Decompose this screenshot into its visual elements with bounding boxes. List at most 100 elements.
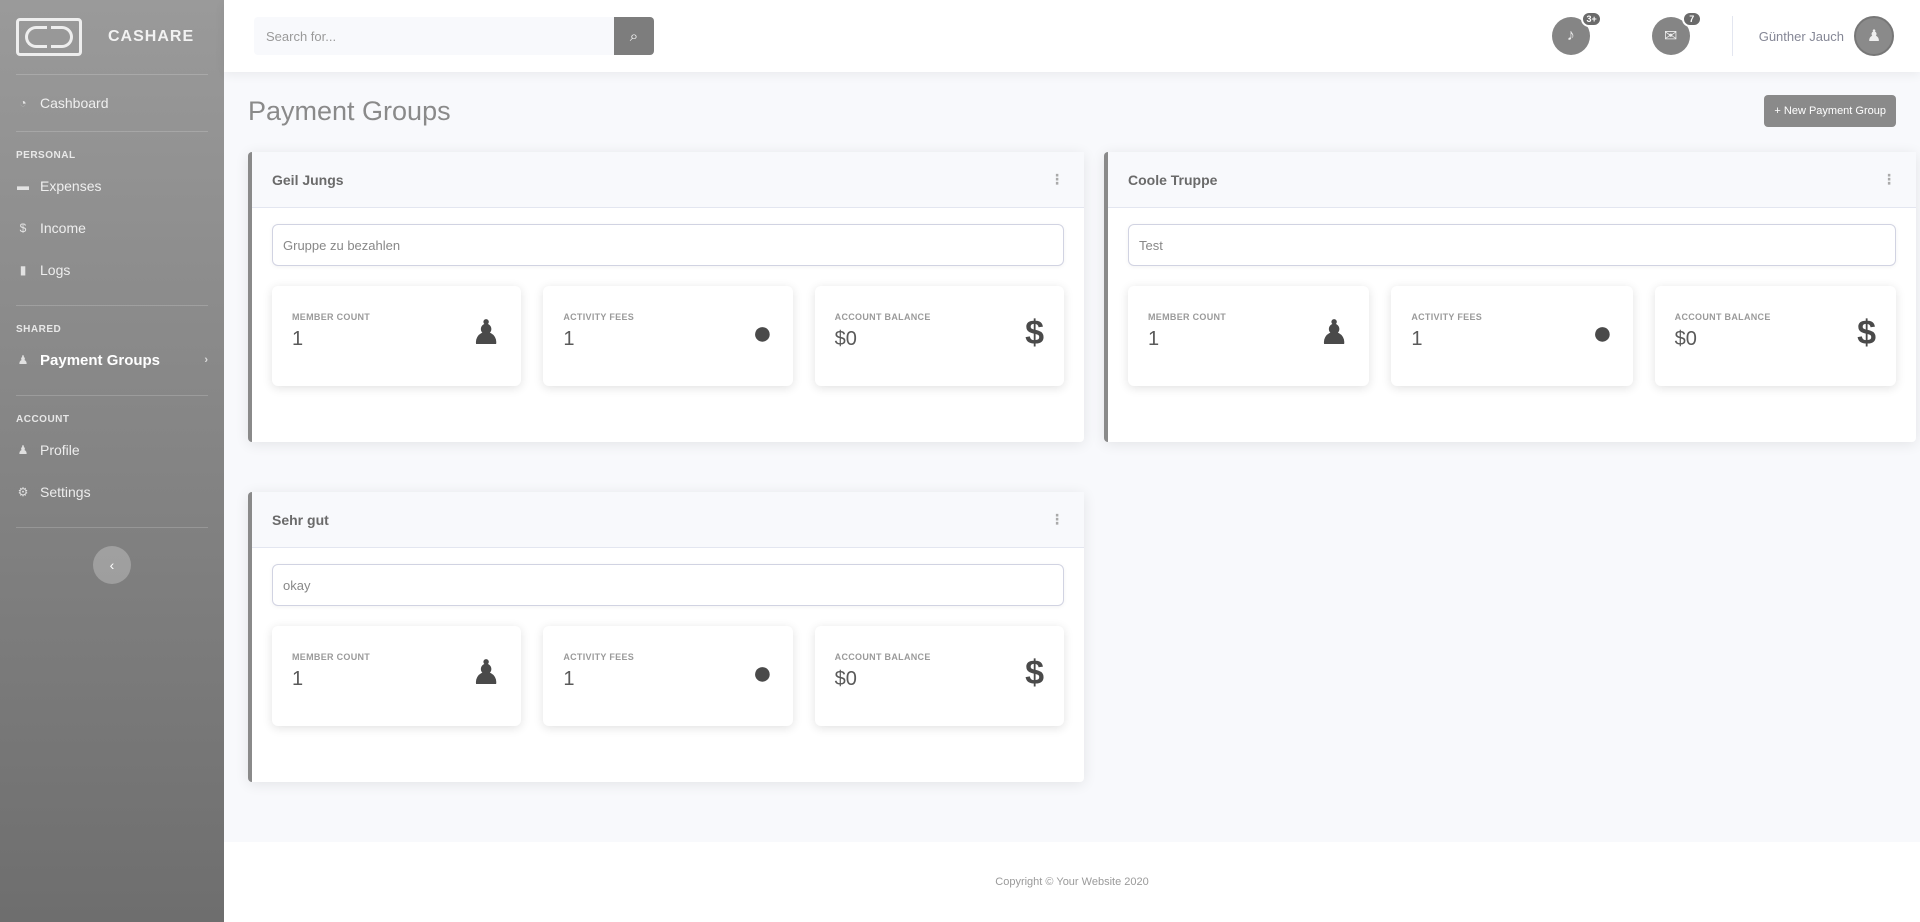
user-icon: ♟	[470, 654, 502, 692]
stat-value: 1	[292, 668, 304, 690]
group-name[interactable]: Sehr gut	[272, 512, 329, 528]
stat-label: Member count	[1148, 312, 1227, 322]
group-name[interactable]: Geil Jungs	[272, 172, 344, 188]
copyright-text: Copyright © Your Website 2020	[995, 876, 1149, 888]
activity-fees-stat: Activity fees 1 ●	[543, 626, 793, 726]
page-header: Payment Groups + New Payment Group	[224, 72, 1920, 150]
sidebar-item-label: Logs	[40, 262, 71, 278]
stat-label: Activity fees	[563, 652, 635, 662]
stat-value: $0	[1674, 328, 1697, 350]
activity-fees-stat: Activity fees 1 ●	[543, 286, 793, 386]
footer: Copyright © Your Website 2020	[224, 842, 1920, 922]
more-vertical-icon[interactable]: ⋮	[1050, 511, 1064, 528]
card-header: Geil Jungs ⋮	[252, 152, 1084, 208]
stat-value: $0	[834, 668, 857, 690]
comments-icon: ●	[752, 314, 773, 352]
stat-label: Account balance	[834, 312, 931, 322]
sidebar-item-profile[interactable]: ♟ Profile	[0, 429, 224, 471]
tachometer-icon: ◔	[19, 96, 27, 110]
member-count-stat: Member count 1 ♟	[1128, 286, 1370, 386]
group-description-field[interactable]: Gruppe zu bezahlen	[272, 224, 1064, 266]
group-stats: Member count 1 ♟ Activity fees 1 ● Accou…	[272, 286, 1064, 386]
search-bar: ⌕	[254, 17, 654, 55]
comments-icon: ●	[1592, 314, 1613, 352]
member-count-stat: Member count 1 ♟	[272, 286, 522, 386]
new-payment-group-button[interactable]: + New Payment Group	[1764, 95, 1896, 127]
bell-icon: ♪	[1566, 27, 1575, 44]
account-balance-stat: Account balance $0 $	[1654, 286, 1896, 386]
topbar-right: ♪ 3+ ✉ 7 Günther Jauch ♟	[1551, 0, 1920, 72]
card-body: Gruppe zu bezahlen Member count 1 ♟ Acti…	[252, 208, 1084, 402]
user-name[interactable]: Günther Jauch	[1759, 29, 1844, 44]
comments-icon: ●	[752, 654, 773, 692]
sidebar-item-label: Payment Groups	[40, 351, 161, 369]
user-icon: ♟	[17, 443, 29, 457]
card-header: Coole Truppe ⋮	[1108, 152, 1916, 208]
group-description-field[interactable]: okay	[272, 564, 1064, 606]
sidebar-item-logs[interactable]: ▮ Logs	[0, 249, 224, 291]
stat-value: $0	[834, 328, 857, 350]
dollar-icon: $	[19, 221, 27, 235]
topbar-divider	[1731, 16, 1733, 56]
user-icon: ♟	[470, 314, 502, 352]
brand-logo-icon	[16, 18, 82, 56]
stat-label: Account balance	[834, 652, 931, 662]
search-button[interactable]: ⌕	[614, 17, 654, 55]
sidebar-item-label: Income	[40, 220, 86, 236]
alerts-count-badge: 3+	[1581, 11, 1602, 27]
sidebar-item-expenses[interactable]: ▬ Expenses	[0, 165, 224, 207]
user-icon: ♟	[1318, 314, 1350, 352]
user-icon: ♟	[1866, 28, 1882, 45]
stat-value: 1	[563, 668, 575, 690]
topbar: ⌕ ♪ 3+ ✉ 7 Günther Jauch ♟	[224, 0, 1920, 72]
stat-value: 1	[292, 328, 304, 350]
group-card: Sehr gut ⋮ okay Member count 1 ♟ Activit…	[248, 492, 1084, 782]
stat-value: 1	[1148, 328, 1160, 350]
card-header: Sehr gut ⋮	[252, 492, 1084, 548]
users-icon: ♟	[17, 353, 29, 367]
avatar[interactable]: ♟	[1854, 16, 1894, 56]
account-balance-stat: Account balance $0 $	[814, 286, 1064, 386]
main-content: Payment Groups + New Payment Group Geil …	[224, 72, 1920, 842]
dollar-icon: $	[1025, 314, 1044, 352]
messages-button[interactable]: ✉ 7	[1651, 11, 1702, 55]
stat-label: Activity fees	[563, 312, 635, 322]
more-vertical-icon[interactable]: ⋮	[1050, 171, 1064, 188]
sidebar-item-label: Profile	[40, 442, 80, 458]
sidebar-item-income[interactable]: $ Income	[0, 207, 224, 249]
sidebar-heading-account: Account	[16, 414, 70, 425]
stat-label: Activity fees	[1411, 312, 1483, 322]
group-card: Coole Truppe ⋮ Test Member count 1 ♟ Act…	[1104, 152, 1916, 442]
group-stats: Member count 1 ♟ Activity fees 1 ● Accou…	[1128, 286, 1896, 386]
page-title: Payment Groups	[248, 95, 451, 126]
sidebar-item-settings[interactable]: ⚙ Settings	[0, 471, 224, 513]
card-body: okay Member count 1 ♟ Activity fees 1 ● …	[252, 548, 1084, 742]
sidebar-item-label: Expenses	[40, 178, 102, 194]
sidebar-item-label: Cashboard	[40, 95, 109, 111]
brand-name: CASHARE	[108, 28, 195, 45]
group-name[interactable]: Coole Truppe	[1128, 172, 1217, 188]
money-bill-icon: ▬	[17, 179, 29, 193]
sidebar-toggle-button[interactable]: ‹	[93, 546, 131, 584]
search-input[interactable]	[254, 17, 614, 55]
sidebar-item-label: Settings	[40, 484, 91, 500]
sidebar-item-dashboard[interactable]: ◔ Cashboard	[0, 75, 224, 131]
account-balance-stat: Account balance $0 $	[814, 626, 1064, 726]
chevron-left-icon: ‹	[109, 557, 115, 573]
brand[interactable]: CASHARE	[0, 0, 224, 74]
member-count-stat: Member count 1 ♟	[272, 626, 522, 726]
more-vertical-icon[interactable]: ⋮	[1882, 171, 1896, 188]
cog-icon: ⚙	[17, 485, 29, 499]
chevron-right-icon: ›	[204, 354, 208, 366]
stat-label: Member count	[292, 652, 371, 662]
dollar-icon: $	[1857, 314, 1876, 352]
stat-label: Account balance	[1674, 312, 1771, 322]
sidebar-divider	[16, 527, 208, 528]
alerts-button[interactable]: ♪ 3+	[1551, 11, 1602, 55]
dollar-icon: $	[1025, 654, 1044, 692]
group-description-field[interactable]: Test	[1128, 224, 1896, 266]
sidebar-heading-shared: Shared	[16, 324, 62, 335]
file-icon: ▮	[19, 263, 27, 277]
group-stats: Member count 1 ♟ Activity fees 1 ● Accou…	[272, 626, 1064, 726]
sidebar-item-payment-groups[interactable]: ♟ Payment Groups ›	[0, 339, 224, 381]
